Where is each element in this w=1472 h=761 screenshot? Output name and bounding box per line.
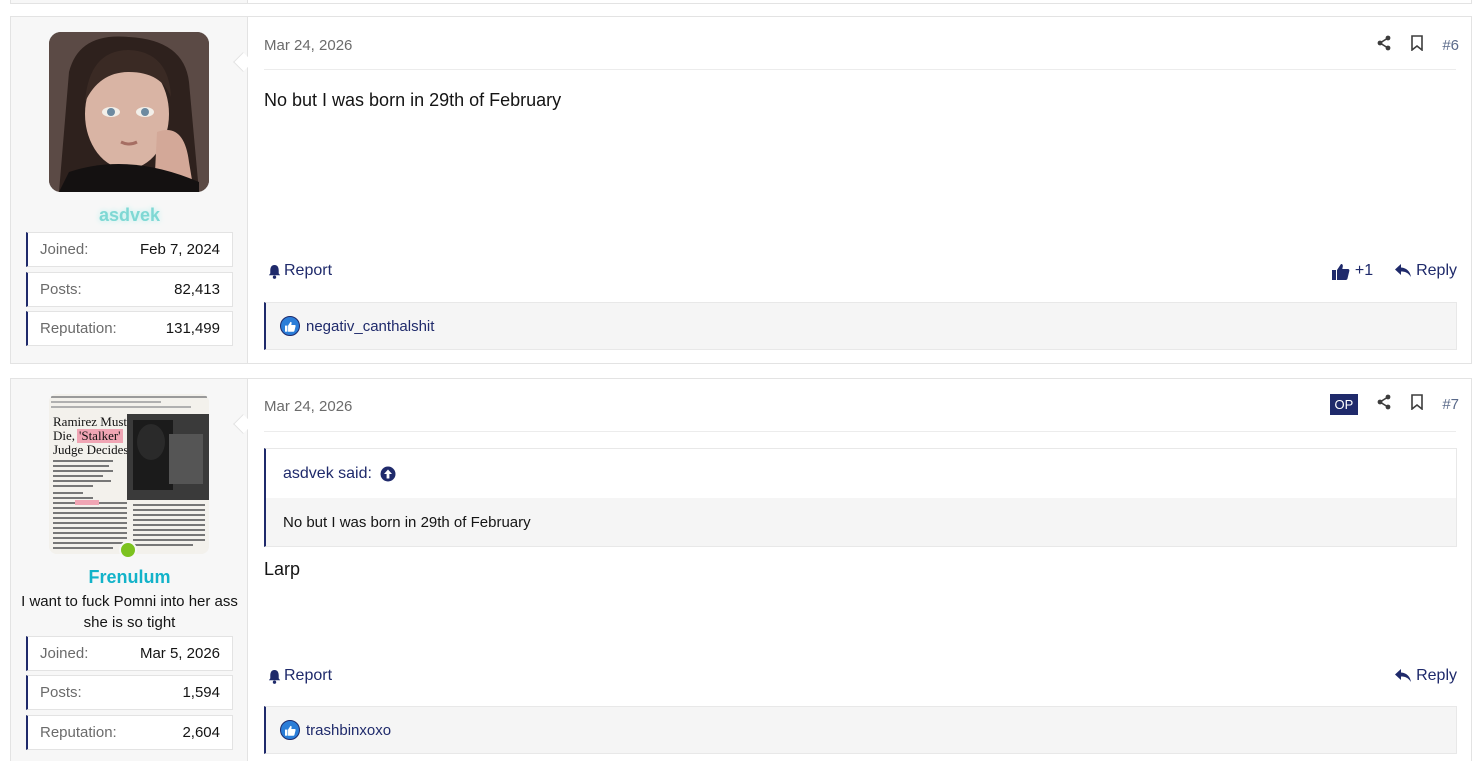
stat-value: 131,499 bbox=[165, 320, 220, 337]
post-header-actions: OP #7 bbox=[1329, 394, 1459, 415]
reply-button[interactable]: Reply bbox=[1395, 262, 1457, 280]
stat-label: Posts: bbox=[40, 684, 82, 701]
bell-icon bbox=[268, 264, 281, 279]
stat-joined: Joined: Feb 7, 2024 bbox=[26, 232, 233, 267]
stat-posts: Posts: 82,413 bbox=[26, 272, 233, 307]
share-icon[interactable] bbox=[1376, 394, 1392, 415]
quote-author[interactable]: asdvek said: bbox=[283, 465, 372, 483]
share-icon[interactable] bbox=[1376, 35, 1392, 56]
post-6: asdvek Joined: Feb 7, 2024 Posts: 82,413… bbox=[10, 16, 1472, 364]
svg-text:'Stalker': 'Stalker' bbox=[79, 428, 121, 443]
header-divider bbox=[264, 431, 1456, 432]
stat-value: Mar 5, 2026 bbox=[139, 645, 220, 662]
arrow-up-circle-icon[interactable] bbox=[380, 466, 396, 482]
like-count: +1 bbox=[1354, 262, 1374, 279]
report-label: Report bbox=[284, 262, 333, 279]
post-number[interactable]: #6 bbox=[1442, 37, 1459, 54]
svg-text:Judge Decides: Judge Decides bbox=[53, 442, 128, 457]
stat-label: Posts: bbox=[40, 281, 82, 298]
bell-icon bbox=[268, 669, 281, 684]
post-date[interactable]: Mar 24, 2026 bbox=[264, 37, 352, 54]
thumbs-up-icon bbox=[1331, 263, 1350, 280]
online-status-indicator bbox=[119, 541, 137, 559]
user-title: I want to fuck Pomni into her ass she is… bbox=[21, 593, 238, 631]
stat-label: Joined: bbox=[40, 241, 89, 258]
stat-reputation: Reputation: 2,604 bbox=[26, 715, 233, 750]
username[interactable]: asdvek bbox=[11, 205, 248, 226]
reactions-bar[interactable]: negativ_canthalshit bbox=[264, 302, 1457, 350]
like-reaction-icon bbox=[280, 316, 300, 336]
stat-label: Joined: bbox=[40, 645, 89, 662]
quote-header[interactable]: asdvek said: bbox=[266, 449, 1456, 498]
reply-icon bbox=[1395, 264, 1412, 277]
post-header-actions: #6 bbox=[1376, 35, 1459, 56]
post-footer-actions: Reply bbox=[1395, 667, 1457, 685]
quote-content: No but I was born in 29th of February bbox=[266, 498, 1456, 546]
report-button[interactable]: Report bbox=[267, 262, 332, 280]
stat-label: Reputation: bbox=[40, 724, 117, 741]
bookmark-icon[interactable] bbox=[1410, 35, 1424, 56]
like-reaction-icon bbox=[280, 720, 300, 740]
post-number[interactable]: #7 bbox=[1442, 396, 1459, 413]
stat-joined: Joined: Mar 5, 2026 bbox=[26, 636, 233, 671]
previous-post-edge bbox=[10, 0, 1472, 4]
stat-reputation: Reputation: 131,499 bbox=[26, 311, 233, 346]
reaction-users-link[interactable]: trashbinxoxo bbox=[306, 722, 391, 739]
bookmark-icon[interactable] bbox=[1410, 394, 1424, 415]
reaction-users-link[interactable]: negativ_canthalshit bbox=[306, 318, 434, 335]
quote-block: asdvek said: No but I was born in 29th o… bbox=[264, 448, 1457, 547]
op-badge: OP bbox=[1329, 394, 1359, 415]
avatar[interactable]: Ramirez Must Die, 'Stalker' Judge Decide… bbox=[49, 394, 209, 554]
svg-text:Ramirez Must: Ramirez Must bbox=[53, 414, 127, 429]
stat-label: Reputation: bbox=[40, 320, 117, 337]
post-footer-actions: +1 Reply bbox=[1331, 262, 1457, 280]
user-panel: Ramirez Must Die, 'Stalker' Judge Decide… bbox=[11, 379, 248, 761]
reply-button[interactable]: Reply bbox=[1395, 667, 1457, 685]
avatar[interactable] bbox=[49, 32, 209, 192]
report-label: Report bbox=[284, 667, 333, 684]
user-panel: asdvek Joined: Feb 7, 2024 Posts: 82,413… bbox=[11, 17, 248, 363]
post-7: Ramirez Must Die, 'Stalker' Judge Decide… bbox=[10, 378, 1472, 761]
header-divider bbox=[264, 69, 1456, 70]
reply-label: Reply bbox=[1416, 262, 1457, 279]
post-content: Larp bbox=[264, 559, 301, 579]
like-button[interactable]: +1 bbox=[1331, 262, 1374, 280]
post-date[interactable]: Mar 24, 2026 bbox=[264, 398, 352, 415]
stat-value: Feb 7, 2024 bbox=[139, 241, 220, 258]
stat-value: 82,413 bbox=[174, 281, 220, 298]
svg-text:Die,: Die, bbox=[53, 428, 75, 443]
reply-icon bbox=[1395, 669, 1412, 682]
report-button[interactable]: Report bbox=[267, 667, 332, 685]
username[interactable]: Frenulum bbox=[11, 567, 248, 588]
post-content: No but I was born in 29th of February bbox=[264, 90, 562, 110]
stat-value: 1,594 bbox=[182, 684, 220, 701]
reply-label: Reply bbox=[1416, 667, 1457, 684]
stat-value: 2,604 bbox=[182, 724, 220, 741]
reactions-bar[interactable]: trashbinxoxo bbox=[264, 706, 1457, 754]
stat-posts: Posts: 1,594 bbox=[26, 675, 233, 710]
